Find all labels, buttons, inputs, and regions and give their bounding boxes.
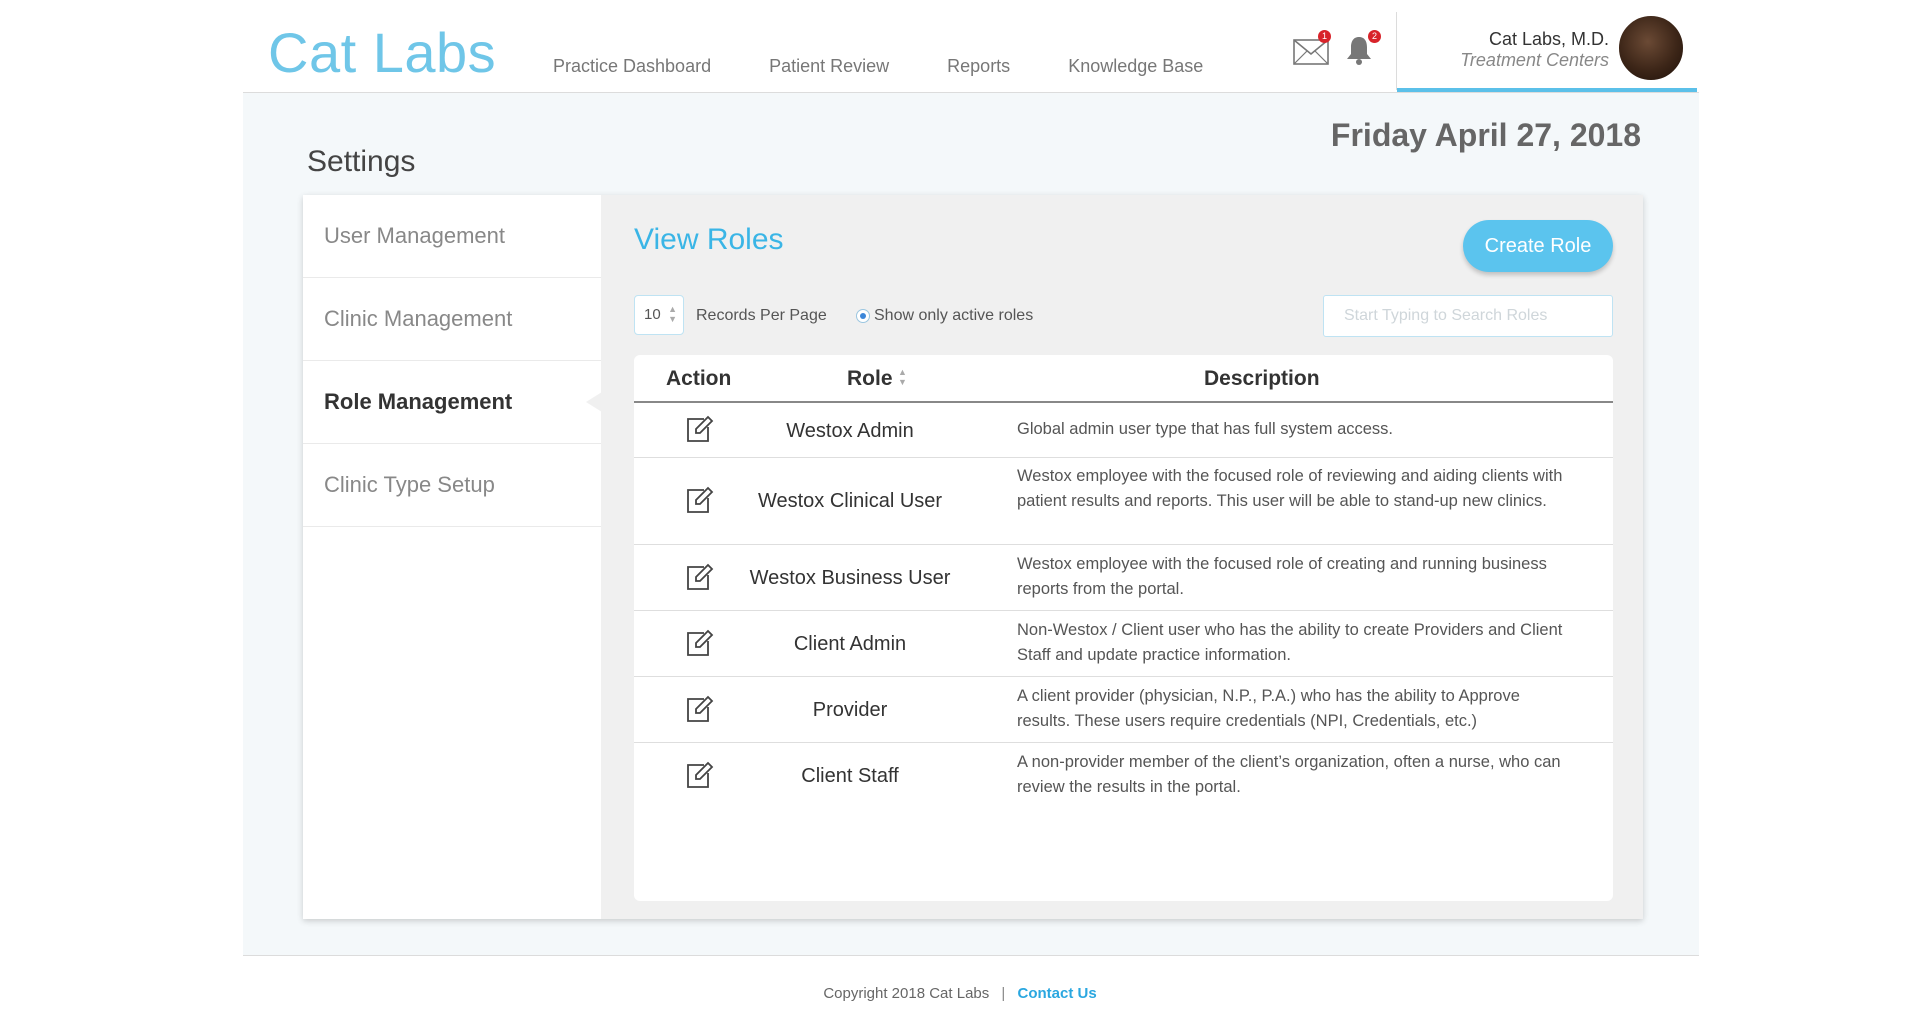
footer-separator: | — [1001, 985, 1006, 1002]
mail-badge: 1 — [1318, 30, 1331, 43]
active-roles-radio[interactable] — [856, 309, 870, 323]
roles-main: View Roles Create Role 10 ▲ ▼ Records Per… — [601, 195, 1643, 919]
section-title: View Roles — [634, 223, 784, 256]
table-row: Westox Admin Global admin user type that… — [634, 403, 1613, 458]
nav-patient-review[interactable]: Patient Review — [769, 56, 889, 77]
table-header: Action Role ▲ ▼ Description — [634, 355, 1613, 403]
contact-us-link[interactable]: Contact Us — [1018, 985, 1097, 1002]
role-description: Non-Westox / Client user who has the abi… — [1017, 621, 1563, 664]
settings-sidebar: User Management Clinic Management Role M… — [303, 195, 602, 919]
edit-icon[interactable] — [684, 695, 714, 725]
main-nav: Practice Dashboard Patient Review Report… — [553, 56, 1203, 77]
table-row: Provider A client provider (physician, N… — [634, 677, 1613, 743]
role-name: Westox Business User — [749, 567, 951, 589]
roles-table: Action Role ▲ ▼ Description Westox Admin … — [634, 355, 1613, 901]
records-per-page-value: 10 — [644, 306, 661, 323]
page: Cat Labs Practice Dashboard Patient Revi… — [0, 0, 1920, 1024]
settings-panel: User Management Clinic Management Role M… — [303, 195, 1643, 919]
page-title: Settings — [307, 145, 416, 178]
role-description: A non-provider member of the client’s or… — [1017, 753, 1561, 796]
copyright: Copyright 2018 Cat Labs — [823, 985, 990, 1002]
logo[interactable]: Cat Labs — [268, 20, 496, 85]
notifications-button[interactable]: 2 — [1345, 30, 1385, 72]
create-role-button[interactable]: Create Role — [1463, 220, 1613, 272]
active-roles-label[interactable]: Show only active roles — [874, 307, 1033, 325]
header-action: Action — [666, 367, 732, 390]
edit-icon[interactable] — [684, 629, 714, 659]
nav-reports[interactable]: Reports — [947, 56, 1010, 77]
table-row: Client Staff A non-provider member of th… — [634, 743, 1613, 808]
nav-practice-dashboard[interactable]: Practice Dashboard — [553, 56, 711, 77]
edit-icon[interactable] — [684, 415, 714, 445]
user-name: Cat Labs, M.D. — [1488, 29, 1609, 49]
table-row: Westox Clinical User Westox employee wit… — [634, 458, 1613, 545]
records-per-page-stepper[interactable]: 10 ▲ ▼ — [634, 295, 684, 335]
edit-icon[interactable] — [684, 486, 714, 516]
content-area: Settings Friday April 27, 2018 User Mana… — [243, 93, 1699, 955]
header-role[interactable]: Role — [847, 367, 893, 391]
sidebar-item-user-management[interactable]: User Management — [303, 195, 601, 278]
user-subtitle: Treatment Centers — [1460, 50, 1609, 70]
edit-icon[interactable] — [684, 761, 714, 791]
mail-button[interactable]: 1 — [1293, 30, 1333, 72]
sidebar-item-clinic-management[interactable]: Clinic Management — [303, 278, 601, 361]
role-name: Client Staff — [801, 765, 899, 787]
stepper-arrows-icon[interactable]: ▲ ▼ — [668, 304, 677, 324]
sidebar-item-clinic-type-setup[interactable]: Clinic Type Setup — [303, 444, 601, 527]
role-name: Westox Admin — [786, 420, 914, 442]
edit-icon[interactable] — [684, 563, 714, 593]
table-row: Client Admin Non-Westox / Client user wh… — [634, 611, 1613, 677]
table-row: Westox Business User Westox employee wit… — [634, 545, 1613, 611]
records-per-page-label: Records Per Page — [696, 307, 827, 324]
header-description: Description — [1204, 367, 1320, 390]
role-description: A client provider (physician, N.P., P.A.… — [1017, 687, 1520, 730]
footer: Copyright 2018 Cat Labs | Contact Us — [0, 985, 1920, 1002]
role-description: Global admin user type that has full sys… — [1017, 420, 1394, 438]
header: Cat Labs Practice Dashboard Patient Revi… — [243, 0, 1699, 93]
bell-badge: 2 — [1368, 30, 1381, 43]
footer-divider — [243, 955, 1699, 956]
role-description: Westox employee with the focused role of… — [1017, 555, 1547, 598]
nav-knowledge-base[interactable]: Knowledge Base — [1068, 56, 1203, 77]
current-date: Friday April 27, 2018 — [1330, 117, 1641, 153]
role-description: Westox employee with the focused role of… — [1017, 467, 1563, 510]
role-name: Westox Clinical User — [757, 490, 943, 512]
user-menu[interactable]: Cat Labs, M.D. Treatment Centers — [1397, 0, 1697, 92]
search-roles-input[interactable] — [1323, 295, 1613, 337]
sidebar-item-role-management[interactable]: Role Management — [303, 361, 602, 444]
sort-icon[interactable]: ▲ ▼ — [898, 367, 907, 387]
role-name: Client Admin — [793, 633, 907, 655]
role-name: Provider — [812, 699, 888, 721]
avatar[interactable] — [1617, 14, 1685, 82]
